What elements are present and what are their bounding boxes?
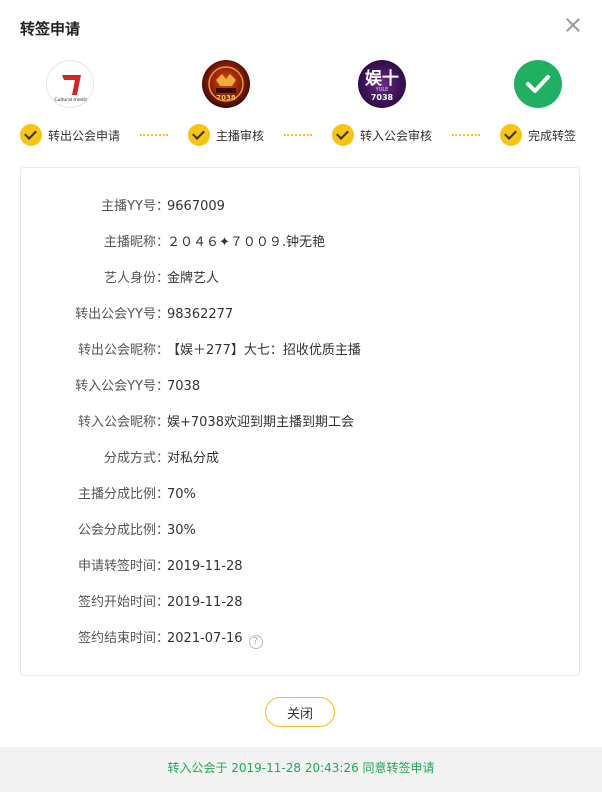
field-in-guild-yy: 转入公会YY号： 7038 [21,377,581,397]
step-label: 转入公会审核 [360,128,433,143]
field-value: 【娱＋277】大七：招收优质主播 [167,343,361,358]
field-contract-start: 签约开始时间： 2019-11-28 [21,593,581,613]
field-label: 转入公会YY号： [75,379,169,394]
step-complete: 完成转签 [500,123,576,147]
field-out-guild-yy: 转出公会YY号： 98362277 [21,305,581,325]
svg-text:Cultural media: Cultural media [54,97,87,103]
transfer-sign-dialog: 转签申请 7 Cultural media 7038 娱十 YULE 7038 [0,0,602,792]
field-guild-split-ratio: 公会分成比例： 30% [21,521,581,541]
field-split-method: 分成方式： 对私分成 [21,449,581,469]
field-label: 签约开始时间： [77,595,169,610]
dialog-header: 转签申请 [0,0,602,56]
check-circle-icon [514,60,562,108]
field-value: 30% [167,523,196,538]
svg-text:7: 7 [68,84,74,94]
field-in-guild-nickname: 转入公会昵称： 娱+7038欢迎到期主播到期工会 [21,413,581,433]
field-label: 艺人身份： [103,271,169,286]
status-text: 转入公会于 2019-11-28 20:43:26 同意转签申请 [167,761,435,775]
step-transfer-out-apply: 转出公会申请 [20,123,120,147]
close-icon[interactable] [564,16,582,34]
step-check-icon [188,124,210,146]
field-anchor-nickname: 主播昵称： ２０４６✦７００９.钟无艳 [21,233,581,253]
field-value: 金牌艺人 [167,271,220,286]
field-value: 2019-11-28 [167,595,243,610]
field-value: 娱+7038欢迎到期主播到期工会 [167,415,354,430]
field-value-wrap: 2021-07-16? [167,629,263,649]
step-label: 完成转签 [528,128,577,143]
svg-text:娱十: 娱十 [365,68,399,89]
step-check-icon [20,124,42,146]
step-connector [452,134,480,136]
field-apply-time: 申请转签时间： 2019-11-28 [21,557,581,577]
field-artist-identity: 艺人身份： 金牌艺人 [21,269,581,289]
step-connector [140,134,168,136]
transfer-out-guild-logo: 7 Cultural media [46,60,94,108]
close-button[interactable]: 关闭 [265,697,335,727]
field-value: 9667009 [167,199,225,214]
field-anchor-yy: 主播YY号： 9667009 [21,197,581,217]
step-check-icon [500,124,522,146]
step-transfer-in-review: 转入公会审核 [332,123,432,147]
svg-text:7038: 7038 [216,94,236,102]
field-value: 2021-07-16 [167,631,243,646]
step-label: 主播审核 [216,128,265,143]
field-label: 转出公会昵称： [77,343,169,358]
field-label: 主播昵称： [103,235,169,250]
field-label: 公会分成比例： [77,523,169,538]
field-label: 申请转签时间： [77,559,169,574]
field-value: ２０４６✦７００９.钟无艳 [167,235,326,250]
field-label: 分成方式： [103,451,169,466]
transfer-in-guild-logo: 娱十 YULE 7038 [358,60,406,108]
field-value: 7038 [167,379,201,394]
svg-text:7038: 7038 [371,93,394,102]
field-label: 转入公会昵称： [77,415,169,430]
field-label: 签约结束时间： [77,631,169,646]
step-label: 转出公会申请 [48,128,121,143]
field-label: 主播YY号： [101,199,169,214]
field-value: 2019-11-28 [167,559,243,574]
step-check-icon [332,124,354,146]
step-connector [284,134,312,136]
field-label: 转出公会YY号： [75,307,169,322]
dialog-title: 转签申请 [20,20,81,38]
field-value: 70% [167,487,196,502]
field-value: 对私分成 [167,451,220,466]
step-anchor-review: 主播审核 [188,123,264,147]
transfer-info-panel: 主播YY号： 9667009 主播昵称： ２０４６✦７００９.钟无艳 艺人身份：… [20,167,580,676]
status-footer: 转入公会于 2019-11-28 20:43:26 同意转签申请 [0,747,602,792]
field-anchor-split-ratio: 主播分成比例： 70% [21,485,581,505]
field-value: 98362277 [167,307,234,322]
field-contract-end: 签约结束时间： 2021-07-16? [21,629,581,649]
field-out-guild-nickname: 转出公会昵称： 【娱＋277】大七：招收优质主播 [21,341,581,361]
field-label: 主播分成比例： [77,487,169,502]
help-icon[interactable]: ? [248,635,263,649]
anchor-avatar: 7038 [202,60,250,108]
